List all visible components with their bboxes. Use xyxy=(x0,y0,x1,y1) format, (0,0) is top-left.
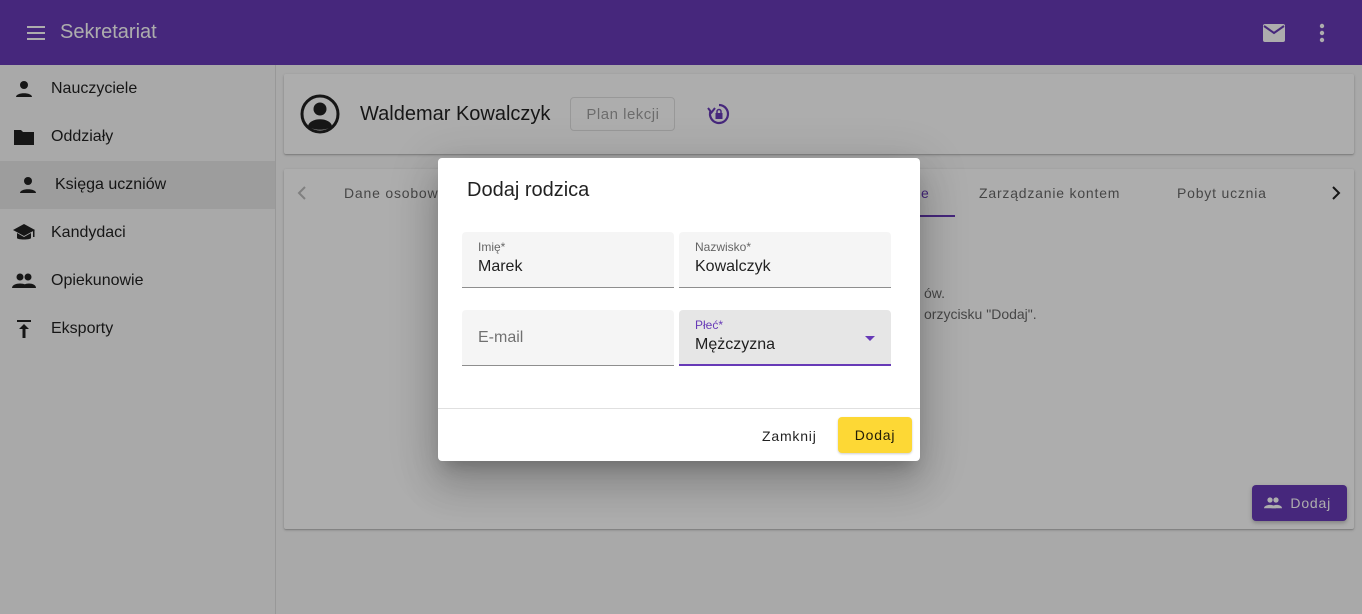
add-parent-dialog: Dodaj rodzica Imię* Marek Nazwisko* Kowa… xyxy=(438,158,920,461)
first-name-value: Marek xyxy=(478,258,523,275)
close-button[interactable]: Zamknij xyxy=(752,418,827,454)
gender-value: Mężczyzna xyxy=(695,336,776,353)
submit-button[interactable]: Dodaj xyxy=(838,417,912,453)
last-name-value: Kowalczyk xyxy=(695,258,771,275)
last-name-label: Nazwisko* xyxy=(695,240,752,254)
first-name-field[interactable]: Imię* Marek xyxy=(462,232,674,288)
email-field[interactable]: E-mail xyxy=(462,310,674,366)
email-placeholder: E-mail xyxy=(478,329,524,346)
last-name-field[interactable]: Nazwisko* Kowalczyk xyxy=(679,232,891,288)
gender-label: Płeć* xyxy=(695,318,724,332)
gender-select[interactable]: Płeć* Mężczyzna xyxy=(679,310,891,366)
dropdown-arrow-icon xyxy=(865,336,875,341)
dialog-divider xyxy=(438,408,920,409)
dialog-title: Dodaj rodzica xyxy=(467,179,590,201)
first-name-label: Imię* xyxy=(478,240,506,254)
